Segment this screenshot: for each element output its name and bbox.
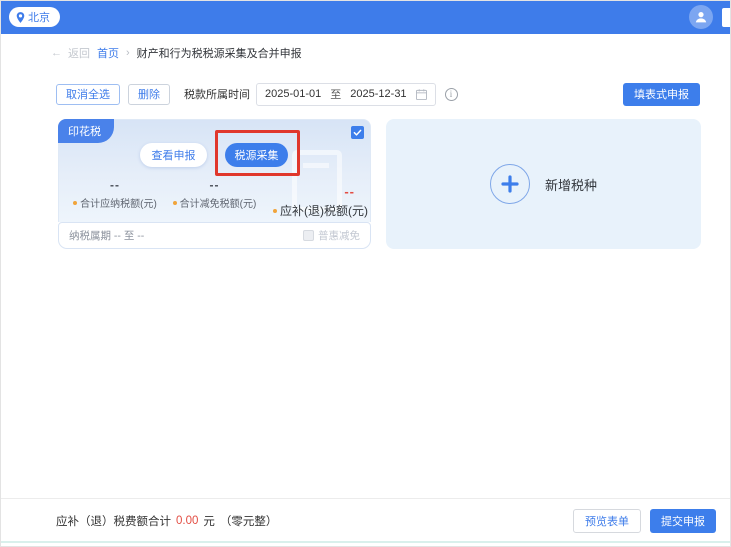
card-footer-strip: 纳税属期 -- 至 -- 普惠减免 (58, 222, 371, 249)
bottom-edge-line (1, 541, 730, 543)
tax-period-label: 税款所属时间 (184, 86, 250, 102)
check-icon (353, 128, 362, 137)
delete-button[interactable]: 删除 (128, 84, 170, 105)
breadcrumb-separator: › (126, 47, 130, 59)
date-end-input[interactable]: 2025-12-31 (350, 88, 406, 100)
fill-form-declare-button[interactable]: 填表式申报 (623, 83, 700, 106)
footer-divider (1, 498, 730, 499)
app-window: 北京 ← 返回 首页 › 财产和行为税税源采集及合并申报 取消全选 删除 税款所… (0, 0, 731, 547)
topbar-edge-icon (722, 8, 731, 27)
stat-dot-icon (73, 201, 77, 205)
submit-declare-button[interactable]: 提交申报 (650, 509, 716, 533)
tax-source-collect-button[interactable]: 税源采集 (225, 143, 288, 167)
view-declare-button[interactable]: 查看申报 (140, 143, 207, 167)
relief-label: 普惠减免 (318, 228, 360, 243)
stat-total-reduction: -- 合计减免税额(元) (162, 178, 267, 210)
total-label: 应补（退）税费额合计 (56, 513, 171, 529)
tax-card-stamp-tax[interactable]: -- 合计应纳税额(元) -- 合计减免税额(元) -- 应补(退)税额(元) (58, 119, 371, 249)
stat-total-payable: -- 合计应纳税额(元) (65, 178, 165, 210)
location-label: 北京 (28, 9, 50, 25)
stat-dot-icon (273, 209, 277, 213)
date-to-label: 至 (330, 86, 341, 102)
stat-value: -- (162, 178, 267, 192)
breadcrumb-current: 财产和行为税税源采集及合并申报 (137, 45, 302, 61)
cancel-select-all-button[interactable]: 取消全选 (56, 84, 120, 105)
plus-icon (500, 174, 520, 194)
add-tax-type-label: 新增税种 (545, 175, 597, 194)
add-tax-type-panel[interactable]: 新增税种 (386, 119, 701, 249)
period-value: -- 至 -- (114, 230, 144, 242)
stat-label: 合计应纳税额(元) (80, 195, 157, 210)
total-value: 0.00 (176, 515, 198, 527)
total-in-words: （零元整） (220, 513, 278, 529)
total-unit: 元 (203, 513, 215, 529)
back-label: 返回 (68, 45, 90, 61)
period-label: 纳税属期 (69, 230, 111, 242)
footer-bar: 应补（退）税费额合计 0.00 元 （零元整） 预览表单 提交申报 (56, 507, 716, 535)
user-avatar-icon (694, 10, 708, 24)
calendar-icon[interactable] (416, 89, 427, 100)
card-select-checkbox[interactable] (351, 126, 364, 139)
stat-label: 应补(退)税额(元) (280, 202, 368, 219)
topbar: 北京 (1, 1, 730, 34)
stat-label: 合计减免税额(元) (180, 195, 257, 210)
relief-checkbox[interactable] (303, 230, 314, 241)
tax-period-text: 纳税属期 -- 至 -- (69, 228, 144, 243)
info-circle-icon[interactable]: i (445, 88, 458, 101)
user-avatar[interactable] (689, 5, 713, 29)
stat-value: -- (258, 184, 368, 199)
stat-value: -- (65, 178, 165, 192)
date-range-picker[interactable]: 2025-01-01 至 2025-12-31 (256, 83, 436, 106)
breadcrumb: ← 返回 首页 › 财产和行为税税源采集及合并申报 (51, 45, 302, 61)
location-pin-icon (16, 12, 25, 23)
tax-type-badge: 印花税 (58, 119, 114, 143)
toolbar: 取消全选 删除 税款所属时间 2025-01-01 至 2025-12-31 i… (56, 82, 700, 106)
stat-dot-icon (173, 201, 177, 205)
add-tax-type-button[interactable] (490, 164, 530, 204)
breadcrumb-home-link[interactable]: 首页 (97, 45, 119, 61)
date-start-input[interactable]: 2025-01-01 (265, 88, 321, 100)
relief-checkbox-wrap[interactable]: 普惠减免 (303, 228, 360, 243)
back-arrow-icon: ← (51, 47, 62, 59)
location-selector[interactable]: 北京 (9, 7, 60, 27)
preview-form-button[interactable]: 预览表单 (573, 509, 641, 533)
stat-payable-refund: -- 应补(退)税额(元) (258, 184, 368, 219)
back-button[interactable]: ← 返回 (51, 45, 90, 61)
